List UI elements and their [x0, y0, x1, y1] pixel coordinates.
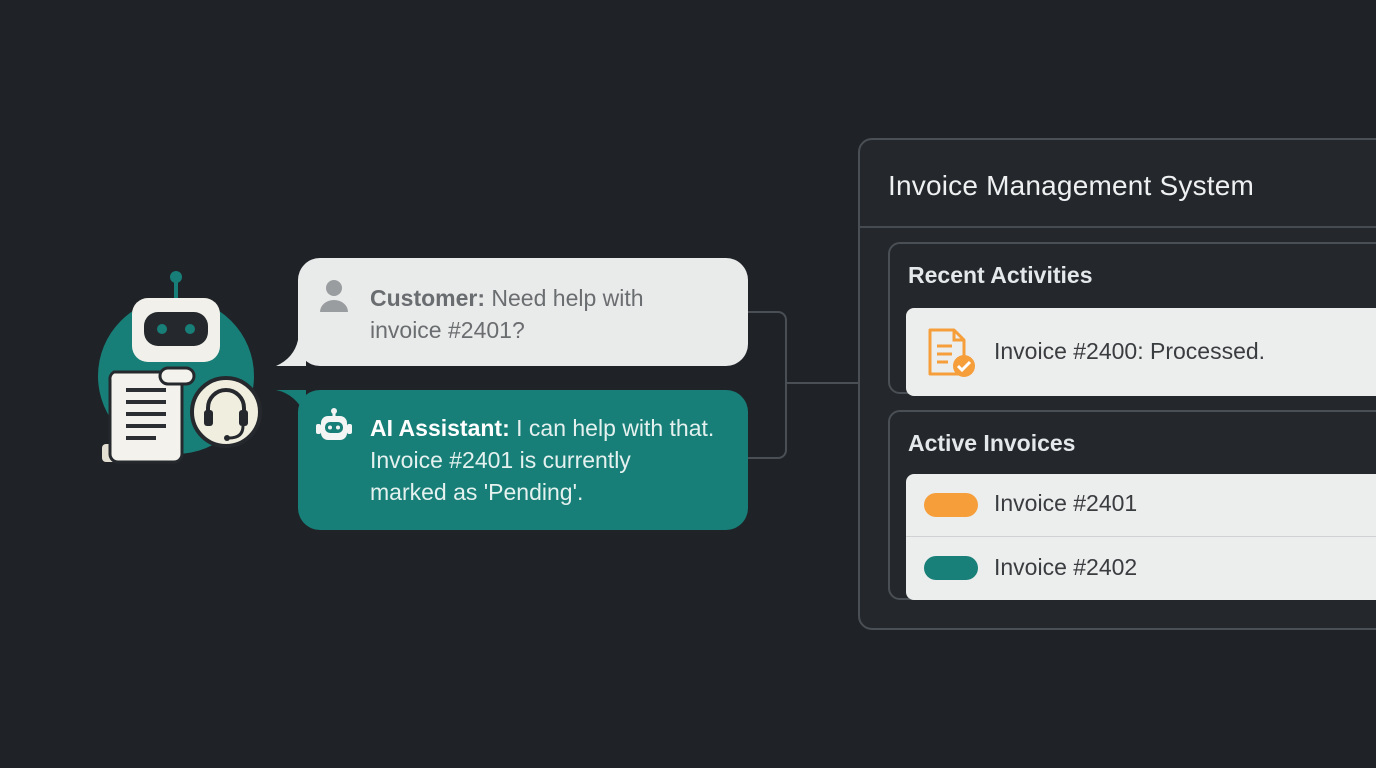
- recent-activities-title: Recent Activities: [908, 262, 1093, 288]
- bubble-tail: [276, 340, 306, 366]
- status-pill-teal: [924, 556, 978, 580]
- assistant-speaker: AI Assistant:: [370, 415, 510, 441]
- user-icon: [320, 280, 348, 312]
- panel-divider: [860, 226, 1376, 228]
- robot-document-headset-icon: [96, 268, 266, 468]
- panel-title: Invoice Management System: [888, 170, 1255, 201]
- customer-message-bubble: Customer: Need help with invoice #2401?: [276, 258, 748, 366]
- assistant-message-bubble: AI Assistant: I can help with that. Invo…: [276, 390, 748, 530]
- customer-text-1: Need help with: [485, 285, 644, 311]
- invoice-2402-label: Invoice #2402: [994, 554, 1138, 580]
- invoice-check-icon: [928, 328, 975, 377]
- customer-speaker: Customer:: [370, 285, 486, 311]
- assistant-line-2: Invoice #2401 is currently: [370, 447, 631, 473]
- status-pill-pending: [924, 493, 978, 517]
- invoice-2401-label: Invoice #2401: [994, 490, 1138, 516]
- diagram-canvas: Customer: Need help with invoice #2401? …: [0, 0, 1376, 768]
- customer-line-2: invoice #2401?: [370, 317, 525, 343]
- robot-icon: [316, 408, 352, 440]
- recent-activities-section: Recent Activities Invoice #2400: Process…: [888, 242, 1376, 396]
- bubble-tail: [276, 390, 306, 416]
- active-invoices-title: Active Invoices: [908, 430, 1076, 456]
- active-invoices-list: Invoice #2401 Invoice #2402: [906, 474, 1376, 600]
- row-divider: [906, 536, 1376, 537]
- customer-line-1: Customer: Need help with: [370, 282, 718, 314]
- assistant-line-1: AI Assistant: I can help with that.: [370, 412, 728, 444]
- invoice-management-panel: Invoice Management System Recent Activit…: [858, 138, 1376, 630]
- connector-lines: [748, 311, 860, 459]
- assistant-line-3: marked as 'Pending'.: [370, 479, 584, 505]
- active-invoices-section: Active Invoices Invoice #2401 Invoice #2…: [888, 410, 1376, 600]
- recent-activity-text: Invoice #2400: Processed.: [994, 338, 1266, 364]
- assistant-text-1: I can help with that.: [509, 415, 715, 441]
- recent-activity-card[interactable]: Invoice #2400: Processed.: [906, 308, 1376, 396]
